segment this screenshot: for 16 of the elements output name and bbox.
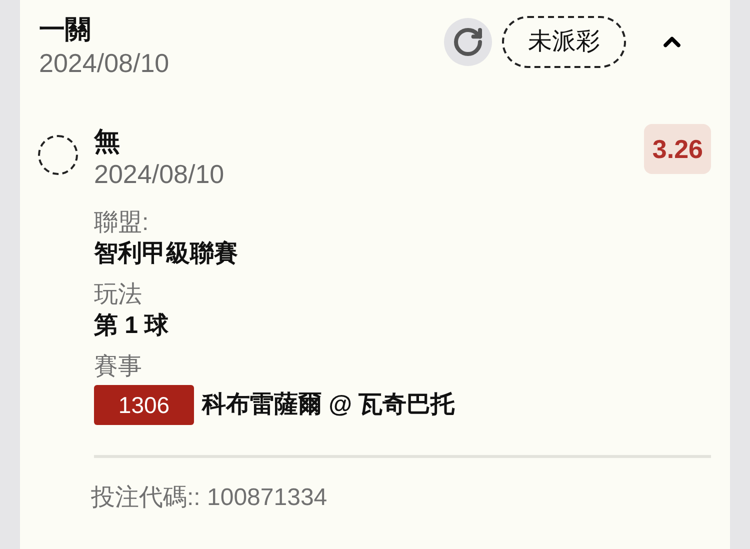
event-code-badge: 1306 xyxy=(94,385,194,425)
field-value: 智利甲級聯賽 xyxy=(94,239,239,269)
odds-badge: 3.26 xyxy=(644,124,711,174)
selection-name: 無 xyxy=(94,125,121,158)
event-teams: 科布雷薩爾 @ 瓦奇巴托 xyxy=(202,390,455,420)
field-label: 賽事 xyxy=(94,352,143,382)
field-label: 玩法 xyxy=(94,280,143,310)
bet-type-title: 一關 xyxy=(39,13,92,46)
refresh-icon xyxy=(452,26,484,58)
field-label: 聯盟: xyxy=(94,208,150,238)
refresh-button[interactable] xyxy=(444,18,492,66)
bet-code: 投注代碼:: 100871334 xyxy=(91,483,328,513)
status-badge: 未派彩 xyxy=(502,16,626,68)
bet-date: 2024/08/10 xyxy=(39,47,170,80)
field-value: 第 1 球 xyxy=(94,311,170,341)
leg-date: 2024/08/10 xyxy=(94,158,224,190)
